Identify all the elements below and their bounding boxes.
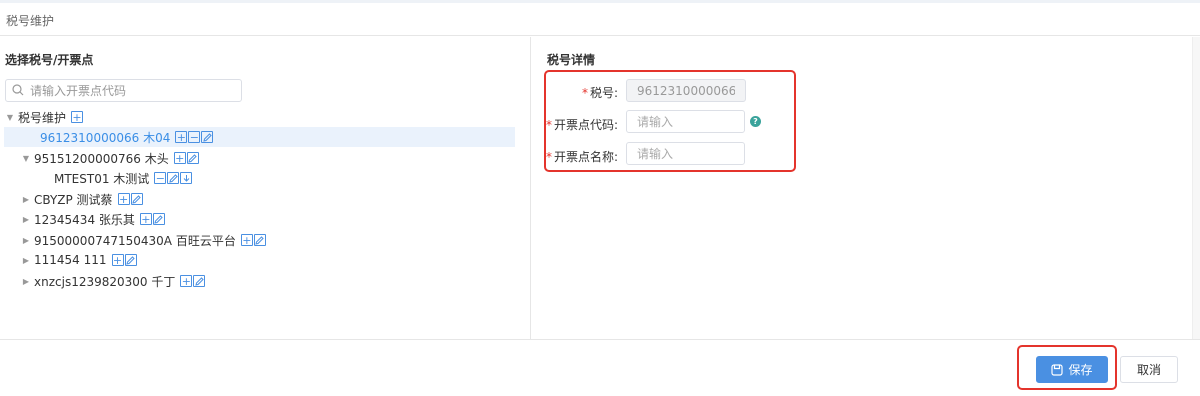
- tax-number-label: * 税号:: [581, 86, 618, 100]
- invoice-point-code-label: * 开票点代码:: [546, 118, 619, 132]
- add-icon[interactable]: +: [71, 111, 84, 123]
- edit-icon[interactable]: [193, 275, 206, 287]
- invoice-point-code-field[interactable]: [626, 110, 745, 133]
- save-button-label: 保存: [1068, 363, 1093, 377]
- save-icon: [1051, 363, 1064, 376]
- dialog-page: 税号维护 选择税号/开票点 ▼ 税号维护 + 9612310000066 木04…: [0, 0, 1200, 396]
- add-icon[interactable]: +: [240, 234, 253, 246]
- add-icon[interactable]: +: [173, 152, 186, 164]
- tree-node-selected[interactable]: 9612310000066 木04 + −: [4, 127, 515, 147]
- tree-node[interactable]: MTEST01 木测试 −: [4, 168, 193, 188]
- tree-node-label[interactable]: xnzcjs1239820300 千丁: [34, 273, 175, 290]
- edit-icon[interactable]: [152, 213, 165, 225]
- caret-down-icon[interactable]: ▼: [4, 113, 16, 122]
- tree-node[interactable]: ▶ 91500000747150430A 百旺云平台 +: [4, 230, 267, 250]
- search-box[interactable]: [5, 79, 242, 102]
- tree-node-label[interactable]: 12345434 张乐其: [34, 211, 135, 228]
- tree-node-label[interactable]: MTEST01 木测试: [54, 170, 149, 187]
- tax-number-field: [626, 79, 746, 102]
- invoice-point-name-field[interactable]: [626, 142, 745, 165]
- remove-icon[interactable]: −: [188, 131, 201, 143]
- detail-panel-title: 税号详情: [547, 53, 596, 67]
- cancel-button[interactable]: 取消: [1120, 356, 1178, 383]
- add-icon[interactable]: +: [117, 193, 130, 205]
- caret-right-icon[interactable]: ▶: [20, 256, 32, 265]
- edit-icon[interactable]: [186, 152, 199, 164]
- tree-node-root[interactable]: ▼ 税号维护 +: [4, 107, 84, 127]
- question-icon[interactable]: ?: [750, 116, 761, 127]
- invoice-point-name-label: * 开票点名称:: [546, 150, 619, 164]
- caret-right-icon[interactable]: ▶: [20, 195, 32, 204]
- tree-node[interactable]: ▼ 95151200000766 木头 +: [4, 148, 200, 168]
- caret-down-icon[interactable]: ▼: [20, 154, 32, 163]
- add-icon[interactable]: +: [111, 254, 124, 266]
- scrollbar[interactable]: [1192, 37, 1200, 339]
- edit-icon[interactable]: [124, 254, 137, 266]
- detail-panel: 税号详情 *税号: *开票点代码: ? *开票点名称:: [532, 37, 1200, 339]
- edit-icon[interactable]: [167, 172, 180, 184]
- page-header: 税号维护: [0, 3, 1200, 36]
- edit-icon[interactable]: [130, 193, 143, 205]
- edit-icon[interactable]: [201, 131, 214, 143]
- caret-right-icon[interactable]: ▶: [20, 215, 32, 224]
- tree-node-label[interactable]: 95151200000766 木头: [34, 150, 169, 167]
- add-icon[interactable]: +: [180, 275, 193, 287]
- caret-right-icon[interactable]: ▶: [20, 236, 32, 245]
- search-icon: [12, 84, 24, 96]
- tree-node-label[interactable]: 111454 111: [34, 253, 107, 267]
- add-icon[interactable]: +: [139, 213, 152, 225]
- tree-node-label[interactable]: 税号维护: [18, 109, 66, 126]
- download-icon[interactable]: [180, 172, 193, 184]
- save-button[interactable]: 保存: [1036, 356, 1108, 383]
- tree-panel: 选择税号/开票点 ▼ 税号维护 + 9612310000066 木04 + − …: [0, 37, 531, 339]
- tree-panel-title: 选择税号/开票点: [5, 53, 94, 67]
- tree-node-label[interactable]: 91500000747150430A 百旺云平台: [34, 232, 236, 249]
- tree-node-label[interactable]: CBYZP 测试蔡: [34, 191, 113, 208]
- page-title: 税号维护: [6, 14, 55, 28]
- tree-node[interactable]: ▶ 12345434 张乐其 +: [4, 209, 166, 229]
- dialog-footer: 保存 取消: [0, 339, 1200, 396]
- add-icon[interactable]: +: [175, 131, 188, 143]
- remove-icon[interactable]: −: [154, 172, 167, 184]
- tree-node-label[interactable]: 9612310000066 木04: [40, 129, 170, 146]
- caret-right-icon[interactable]: ▶: [20, 277, 32, 286]
- tree-node[interactable]: ▶ 111454 111 +: [4, 250, 138, 270]
- tree-node[interactable]: ▶ CBYZP 测试蔡 +: [4, 189, 144, 209]
- tree-node[interactable]: ▶ xnzcjs1239820300 千丁 +: [4, 271, 206, 291]
- search-input[interactable]: [30, 81, 235, 100]
- edit-icon[interactable]: [253, 234, 266, 246]
- cancel-button-label: 取消: [1136, 363, 1161, 377]
